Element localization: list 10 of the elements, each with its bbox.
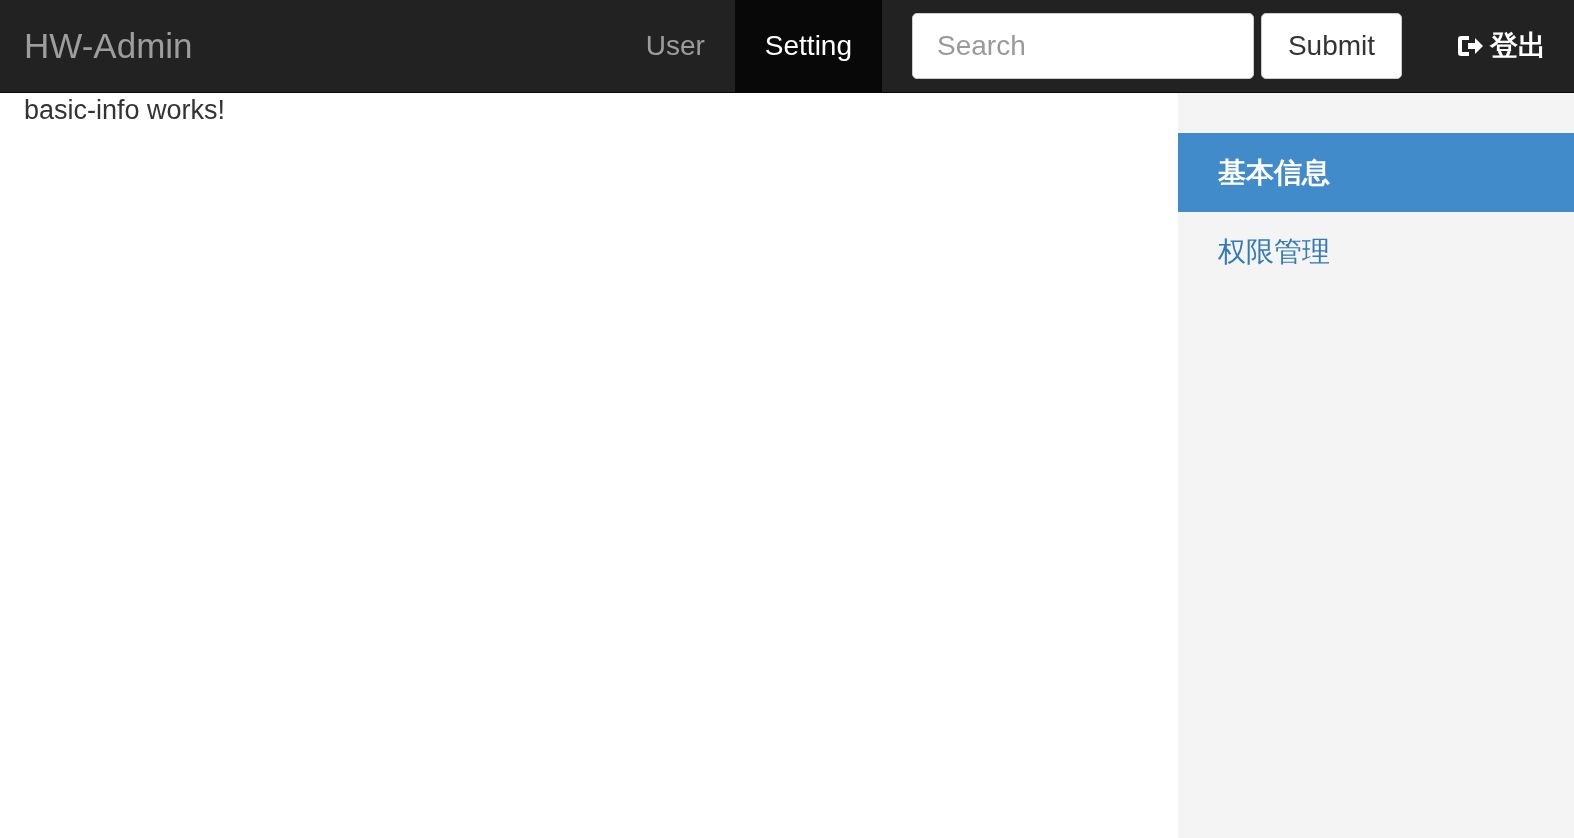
- submit-button[interactable]: Submit: [1261, 13, 1402, 79]
- logout-icon: [1456, 33, 1484, 59]
- content-text: basic-info works!: [24, 95, 226, 126]
- nav-tab[interactable]: User: [615, 0, 735, 92]
- sidebar-item[interactable]: 权限管理: [1178, 212, 1574, 291]
- search-field[interactable]: Search: [912, 13, 1254, 79]
- brand-link[interactable]: HW-Admin: [24, 26, 193, 66]
- logout-link[interactable]: 登出: [1456, 27, 1546, 65]
- sidebar-item[interactable]: 基本信息: [1178, 133, 1574, 212]
- nav-tab[interactable]: Setting: [734, 0, 882, 92]
